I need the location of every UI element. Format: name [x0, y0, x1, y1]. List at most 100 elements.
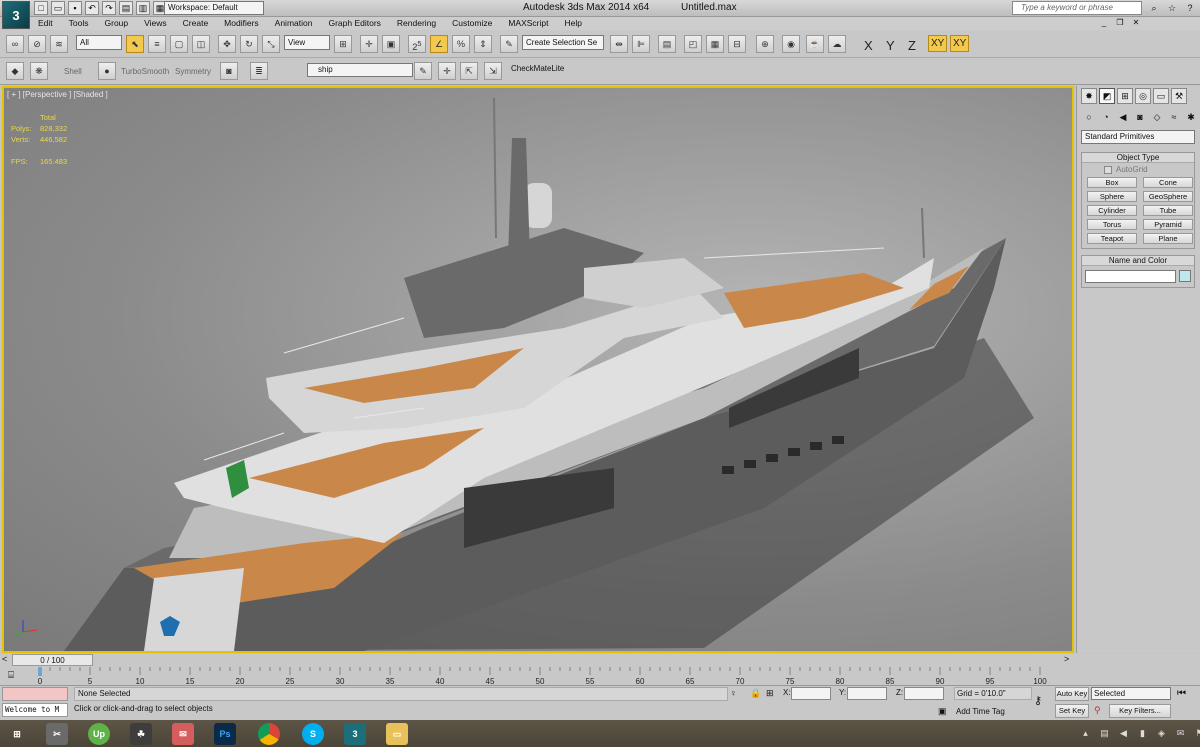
spacewarps-icon[interactable]: ≈	[1168, 111, 1180, 123]
plane-button[interactable]: Plane	[1143, 233, 1193, 244]
viewport-label[interactable]: [ + ] [Perspective ] [Shaded ]	[7, 90, 108, 99]
tray-shield-icon[interactable]: ◈	[1156, 728, 1167, 739]
select-manipulate-icon[interactable]: ✛	[360, 35, 378, 53]
axis-xy-cycle-button[interactable]: XY	[950, 35, 970, 52]
slider-left-icon[interactable]: <	[2, 654, 7, 664]
curve-editor-icon[interactable]: ⊟	[728, 35, 746, 53]
redo-icon[interactable]: ↷	[102, 1, 116, 15]
teapot-button[interactable]: Teapot	[1087, 233, 1137, 244]
absolute-mode-icon[interactable]: ⊞	[766, 688, 774, 699]
tray-chat-icon[interactable]: ✉	[1175, 728, 1186, 739]
add-to-layer-icon[interactable]: ✛	[438, 62, 456, 80]
link-icon[interactable]: ∞	[6, 35, 24, 53]
key-filters-button[interactable]: Key Filters...	[1109, 704, 1171, 718]
axis-z-button[interactable]: Z	[908, 38, 916, 53]
menu-help[interactable]: Help	[556, 17, 589, 30]
workspace-dropdown[interactable]: Workspace: Default	[164, 1, 264, 15]
helpers-icon[interactable]: ◇	[1151, 111, 1163, 123]
tray-battery-icon[interactable]: ▮	[1137, 728, 1148, 739]
percent-snap-icon[interactable]: %	[452, 35, 470, 53]
save-file-icon[interactable]: ▪	[68, 1, 82, 15]
geosphere-button[interactable]: GeoSphere	[1143, 191, 1193, 202]
align-icon[interactable]: ⊫	[632, 35, 650, 53]
symmetry-label[interactable]: Symmetry	[175, 67, 211, 76]
photoshop-icon[interactable]: Ps	[214, 723, 236, 745]
menu-rendering[interactable]: Rendering	[389, 17, 444, 30]
torus-button[interactable]: Torus	[1087, 219, 1137, 230]
search-input[interactable]: Type a keyword or phrase	[1012, 1, 1142, 15]
minimize-icon[interactable]: _	[1097, 17, 1111, 29]
help-icon[interactable]: ?	[1183, 1, 1197, 15]
add-time-tag-button[interactable]: Add Time Tag	[956, 707, 1005, 716]
render-setup-icon[interactable]: ☕	[806, 35, 824, 53]
material-editor-icon[interactable]: ◉	[782, 35, 800, 53]
selection-filter-dropdown[interactable]: All	[76, 35, 122, 50]
menu-create[interactable]: Create	[175, 17, 217, 30]
lock-selection-icon[interactable]: 🔒	[750, 688, 761, 699]
mini-curve-icon[interactable]: ⌸	[8, 670, 14, 681]
create-tab-icon[interactable]: ✸	[1081, 88, 1097, 104]
unlink-icon[interactable]: ⊘	[28, 35, 46, 53]
menu-animation[interactable]: Animation	[267, 17, 321, 30]
open-file-icon[interactable]: ▭	[51, 1, 65, 15]
x-coordinate-input[interactable]	[791, 687, 831, 700]
mirror-icon[interactable]: ⇹	[610, 35, 628, 53]
object-type-title[interactable]: Object Type	[1082, 153, 1194, 163]
window-crossing-icon[interactable]: ◫	[192, 35, 210, 53]
object-name-input[interactable]	[1085, 270, 1176, 283]
project-folder-icon[interactable]: ▤	[119, 1, 133, 15]
autogrid-checkbox[interactable]: AutoGrid	[1082, 163, 1194, 174]
ribbon-icon[interactable]: ▦	[706, 35, 724, 53]
time-slider-thumb[interactable]: 0 / 100	[12, 654, 93, 666]
star-icon[interactable]: ☆	[1165, 1, 1179, 15]
menu-group[interactable]: Group	[97, 17, 137, 30]
object-color-swatch[interactable]	[1179, 270, 1191, 282]
auto-key-button[interactable]: Auto Key	[1055, 687, 1089, 701]
utilities-tab-icon[interactable]: ⚒	[1171, 88, 1187, 104]
new-file-icon[interactable]: □	[34, 1, 48, 15]
maxscript-listener[interactable]	[2, 687, 68, 701]
snaps-toggle-icon[interactable]: 25	[408, 35, 426, 53]
tube-button[interactable]: Tube	[1143, 205, 1193, 216]
motion-tab-icon[interactable]: ◎	[1135, 88, 1151, 104]
sphere-button[interactable]: Sphere	[1087, 191, 1137, 202]
snipping-tool-icon[interactable]: ✂	[46, 723, 68, 745]
pyramid-button[interactable]: Pyramid	[1143, 219, 1193, 230]
track-bar[interactable]: ⌸ 0 5 10 15 20 25 30 35 40 45 50 55 60 65 70 75 80 85 90 95…	[0, 667, 1200, 686]
cameras-icon[interactable]: ◙	[1134, 111, 1146, 123]
spinner-snap-icon[interactable]: ⇕	[474, 35, 492, 53]
chrome-icon[interactable]	[258, 723, 280, 745]
menu-tools[interactable]: Tools	[61, 17, 97, 30]
y-coordinate-input[interactable]	[847, 687, 887, 700]
layers-icon[interactable]: ≣	[250, 62, 268, 80]
reference-coord-dropdown[interactable]: View	[284, 35, 330, 50]
select-in-layer-icon[interactable]: ⇱	[460, 62, 478, 80]
frog-app-icon[interactable]: ☘	[130, 723, 152, 745]
turbosmooth-icon[interactable]: ●	[98, 62, 116, 80]
tray-printer-icon[interactable]: ▤	[1099, 728, 1110, 739]
menu-customize[interactable]: Customize	[444, 17, 500, 30]
rect-selection-icon[interactable]: ▢	[170, 35, 188, 53]
menu-modifiers[interactable]: Modifiers	[216, 17, 266, 30]
primitive-type-dropdown[interactable]: Standard Primitives	[1081, 130, 1195, 144]
app-logo[interactable]: 3	[2, 1, 30, 29]
slider-right-icon[interactable]: >	[1064, 654, 1069, 664]
close-icon[interactable]: ✕	[1129, 17, 1143, 29]
axis-xy-button[interactable]: XY	[928, 35, 948, 52]
geometry-icon[interactable]: ○	[1083, 111, 1095, 123]
graphite-icon[interactable]: ❋	[30, 62, 48, 80]
edit-named-selection-icon[interactable]: ✎	[500, 35, 518, 53]
shapes-icon[interactable]: ◔	[1100, 111, 1112, 123]
chat-app-icon[interactable]: ✉	[172, 723, 194, 745]
set-key-button[interactable]: Set Key	[1055, 704, 1089, 718]
layer-dropdown[interactable]: ship	[307, 63, 413, 77]
undo-icon[interactable]: ↶	[85, 1, 99, 15]
named-selection-input[interactable]: Create Selection Se	[522, 35, 604, 50]
scale-icon[interactable]: ⤡	[262, 35, 280, 53]
modify-tab-icon[interactable]: ◩	[1099, 88, 1115, 104]
systems-icon[interactable]: ✱	[1185, 111, 1197, 123]
pivot-center-icon[interactable]: ⊞	[334, 35, 352, 53]
menu-views[interactable]: Views	[136, 17, 175, 30]
scene-explorer-icon[interactable]: ▤	[658, 35, 676, 53]
perspective-viewport[interactable]: [ + ] [Perspective ] [Shaded ] Total Pol…	[2, 86, 1074, 653]
